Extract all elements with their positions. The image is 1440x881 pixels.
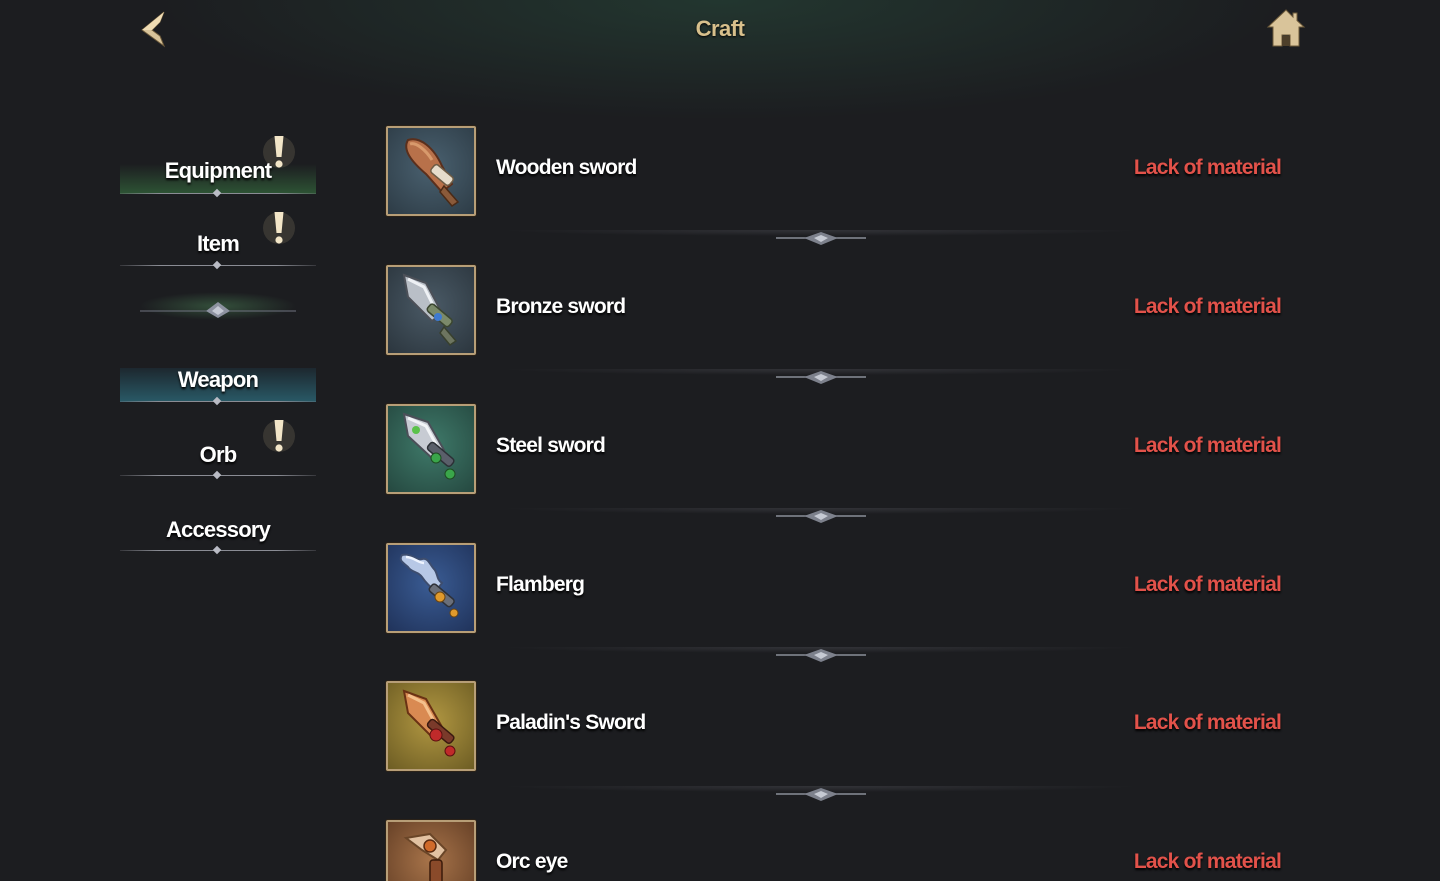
item-status: Lack of material — [1133, 434, 1282, 457]
item-status: Lack of material — [1133, 295, 1282, 318]
item-thumbnail — [386, 265, 476, 355]
paladins-sword-icon — [402, 689, 456, 757]
steel-sword-icon — [402, 412, 456, 480]
chevron-left-icon — [141, 11, 166, 48]
flamberg-icon — [399, 553, 459, 618]
exclamation-icon — [263, 420, 295, 452]
row-divider — [500, 230, 1140, 250]
tab-label: Accessory — [165, 517, 271, 542]
home-icon — [1266, 9, 1306, 47]
list-item[interactable]: Steel sword Lack of material — [386, 404, 1306, 496]
item-name: Flamberg — [496, 573, 585, 596]
home-button[interactable] — [1264, 6, 1308, 50]
row-divider — [500, 369, 1140, 389]
tab-underline — [120, 475, 316, 476]
section-divider — [140, 292, 296, 320]
list-item[interactable]: Flamberg Lack of material — [386, 543, 1306, 635]
tab-label: Weapon — [177, 367, 259, 392]
list-item[interactable]: Bronze sword Lack of material — [386, 265, 1306, 357]
item-name: Orc eye — [496, 850, 568, 873]
row-divider — [500, 508, 1140, 528]
item-status: Lack of material — [1133, 156, 1282, 179]
craft-screen: Craft Equipment Item Weapon Orb Accessor… — [0, 0, 1440, 881]
tab-accessory[interactable]: Accessory — [118, 503, 318, 551]
tab-underline — [120, 193, 316, 194]
exclamation-icon — [263, 136, 295, 168]
item-name: Paladin's Sword — [496, 711, 646, 734]
item-status: Lack of material — [1133, 573, 1282, 596]
row-divider — [500, 786, 1140, 806]
item-thumbnail — [386, 404, 476, 494]
tab-underline — [120, 550, 316, 551]
tab-underline — [120, 401, 316, 402]
item-name: Steel sword — [496, 434, 606, 457]
row-divider — [500, 647, 1140, 667]
tab-weapon[interactable]: Weapon — [118, 354, 318, 402]
item-thumbnail — [386, 543, 476, 633]
item-status: Lack of material — [1133, 711, 1282, 734]
list-item[interactable]: Orc eye Lack of material — [386, 820, 1306, 881]
orc-eye-icon — [403, 832, 448, 881]
tab-underline — [120, 265, 316, 266]
wooden-sword-icon — [405, 138, 460, 207]
item-thumbnail — [386, 820, 476, 881]
list-item[interactable]: Wooden sword Lack of material — [386, 126, 1306, 218]
back-button[interactable] — [132, 6, 176, 50]
item-name: Wooden sword — [496, 156, 637, 179]
item-thumbnail — [386, 681, 476, 771]
exclamation-icon — [263, 212, 295, 244]
item-status: Lack of material — [1133, 850, 1282, 873]
list-item[interactable]: Paladin's Sword Lack of material — [386, 681, 1306, 773]
item-name: Bronze sword — [496, 295, 626, 318]
bronze-sword-icon — [402, 273, 458, 346]
page-title: Craft — [695, 16, 745, 41]
item-thumbnail — [386, 126, 476, 216]
